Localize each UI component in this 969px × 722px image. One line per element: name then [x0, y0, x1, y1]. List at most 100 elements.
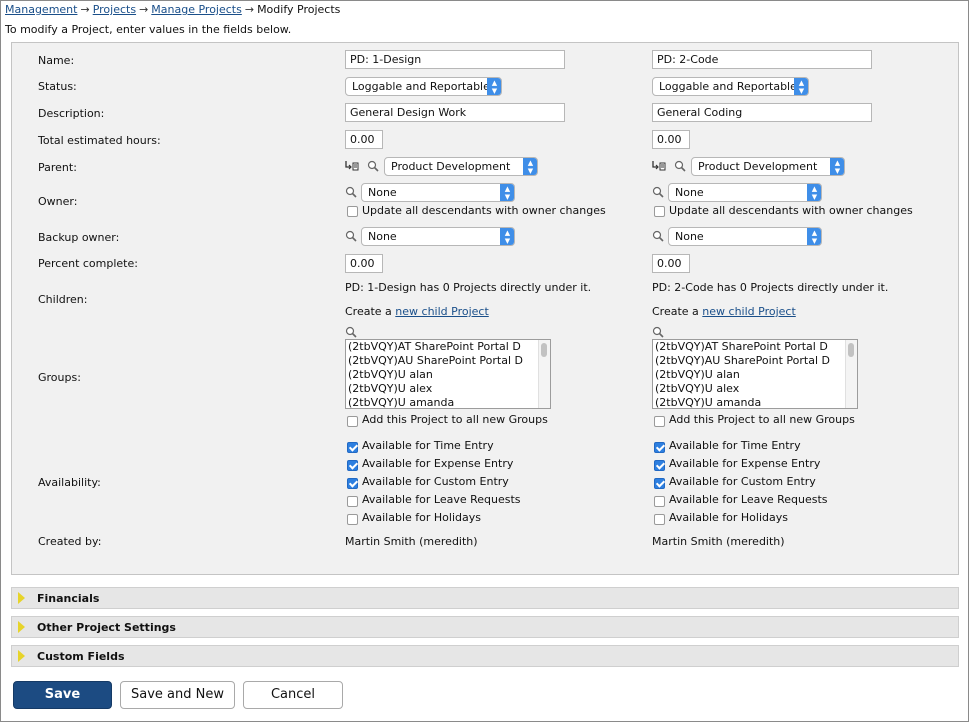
list-item[interactable]: (2tbVQY)U alex — [653, 382, 857, 396]
parent-select[interactable]: Product Development ▲ ▼ — [384, 157, 538, 176]
custom-fields-section-header[interactable]: Custom Fields — [11, 645, 959, 667]
update-descendants-label: Update all descendants with owner change… — [362, 204, 606, 217]
list-item[interactable]: (2tbVQY)U alan — [346, 368, 550, 382]
list-item[interactable]: (2tbVQY)AU SharePoint Portal D — [346, 354, 550, 368]
breadcrumb-projects-link[interactable]: Projects — [93, 3, 136, 16]
list-item[interactable]: (2tbVQY)U alan — [653, 368, 857, 382]
holidays-checkbox[interactable] — [347, 514, 358, 525]
add-to-groups-checkbox[interactable] — [654, 416, 665, 427]
leave-requests-label: Available for Leave Requests — [362, 493, 521, 506]
list-item[interactable]: (2tbVQY)AU SharePoint Portal D — [653, 354, 857, 368]
search-icon[interactable] — [345, 186, 357, 198]
select-arrows-icon: ▲ ▼ — [523, 158, 537, 175]
update-descendants-label: Update all descendants with owner change… — [669, 204, 913, 217]
save-button[interactable]: Save — [13, 681, 112, 709]
created-by-value: Martin Smith (meredith) — [345, 535, 478, 548]
expense-entry-checkbox[interactable] — [347, 460, 358, 471]
leave-requests-checkbox[interactable] — [347, 496, 358, 507]
time-entry-label: Available for Time Entry — [669, 439, 801, 452]
custom-entry-checkbox[interactable] — [654, 478, 665, 489]
time-entry-label: Available for Time Entry — [362, 439, 494, 452]
time-entry-checkbox[interactable] — [347, 442, 358, 453]
search-icon[interactable] — [345, 326, 357, 338]
tree-browse-icon[interactable] — [345, 160, 359, 172]
created-by-label: Created by: — [38, 535, 102, 548]
list-item[interactable]: (2tbVQY)AT SharePoint Portal D — [346, 340, 550, 354]
update-descendants-checkbox[interactable] — [347, 206, 358, 217]
add-to-groups-label: Add this Project to all new Groups — [669, 413, 855, 426]
list-item[interactable]: (2tbVQY)U amanda — [653, 396, 857, 408]
new-child-project-link[interactable]: new child Project — [395, 305, 488, 318]
add-to-groups-label: Add this Project to all new Groups — [362, 413, 548, 426]
groups-listbox[interactable]: (2tbVQY)AT SharePoint Portal D (2tbVQY)A… — [652, 339, 858, 409]
name-label: Name: — [38, 54, 75, 67]
custom-entry-checkbox[interactable] — [347, 478, 358, 489]
backup-owner-value: None — [368, 230, 397, 243]
scrollbar[interactable] — [845, 340, 857, 408]
select-arrows-icon: ▲ ▼ — [807, 184, 821, 201]
financials-section-header[interactable]: Financials — [11, 587, 959, 609]
backup-owner-select[interactable]: None ▲ ▼ — [361, 227, 515, 246]
breadcrumb-separator: → — [139, 3, 149, 16]
select-arrows-icon: ▲ ▼ — [500, 228, 514, 245]
breadcrumb-manage-projects-link[interactable]: Manage Projects — [151, 3, 242, 16]
list-item[interactable]: (2tbVQY)U amanda — [346, 396, 550, 408]
backup-owner-label: Backup owner: — [38, 231, 120, 244]
status-value: Loggable and Reportable — [659, 80, 797, 93]
name-input[interactable]: PD: 2-Code — [652, 50, 872, 69]
scrollbar-thumb[interactable] — [848, 343, 854, 357]
name-input[interactable]: PD: 1-Design — [345, 50, 565, 69]
custom-entry-label: Available for Custom Entry — [362, 475, 509, 488]
tree-browse-icon[interactable] — [652, 160, 666, 172]
percent-complete-input[interactable]: 0.00 — [652, 254, 690, 273]
groups-listbox[interactable]: (2tbVQY)AT SharePoint Portal D (2tbVQY)A… — [345, 339, 551, 409]
create-a-text: Create a — [345, 305, 392, 318]
project-form-panel: Name: Status: Description: Total estimat… — [11, 42, 959, 575]
parent-select[interactable]: Product Development ▲ ▼ — [691, 157, 845, 176]
create-a-text: Create a — [652, 305, 699, 318]
total-hours-input[interactable]: 0.00 — [345, 130, 383, 149]
description-input[interactable]: General Design Work — [345, 103, 565, 122]
cancel-button[interactable]: Cancel — [243, 681, 343, 709]
list-item[interactable]: (2tbVQY)U alex — [346, 382, 550, 396]
owner-select[interactable]: None ▲ ▼ — [668, 183, 822, 202]
scrollbar-thumb[interactable] — [541, 343, 547, 357]
owner-select[interactable]: None ▲ ▼ — [361, 183, 515, 202]
search-icon[interactable] — [652, 186, 664, 198]
search-icon[interactable] — [345, 230, 357, 242]
select-arrows-icon: ▲ ▼ — [794, 78, 808, 95]
select-arrows-icon: ▲ ▼ — [487, 78, 501, 95]
section-title: Other Project Settings — [37, 621, 176, 634]
description-input[interactable]: General Coding — [652, 103, 872, 122]
custom-entry-label: Available for Custom Entry — [669, 475, 816, 488]
expense-entry-checkbox[interactable] — [654, 460, 665, 471]
other-settings-section-header[interactable]: Other Project Settings — [11, 616, 959, 638]
status-value: Loggable and Reportable — [352, 80, 490, 93]
backup-owner-value: None — [675, 230, 704, 243]
breadcrumb-current: Modify Projects — [257, 3, 341, 16]
breadcrumb-management-link[interactable]: Management — [5, 3, 77, 16]
total-hours-input[interactable]: 0.00 — [652, 130, 690, 149]
time-entry-checkbox[interactable] — [654, 442, 665, 453]
backup-owner-select[interactable]: None ▲ ▼ — [668, 227, 822, 246]
expand-triangle-icon — [18, 650, 25, 662]
expand-triangle-icon — [18, 621, 25, 633]
leave-requests-checkbox[interactable] — [654, 496, 665, 507]
scrollbar[interactable] — [538, 340, 550, 408]
search-icon[interactable] — [652, 230, 664, 242]
search-icon[interactable] — [652, 326, 664, 338]
parent-value: Product Development — [391, 160, 511, 173]
new-child-project-link[interactable]: new child Project — [702, 305, 795, 318]
add-to-groups-checkbox[interactable] — [347, 416, 358, 427]
holidays-checkbox[interactable] — [654, 514, 665, 525]
search-icon[interactable] — [367, 160, 379, 172]
search-icon[interactable] — [674, 160, 686, 172]
save-and-new-button[interactable]: Save and New — [120, 681, 235, 709]
update-descendants-checkbox[interactable] — [654, 206, 665, 217]
status-select[interactable]: Loggable and Reportable ▲ ▼ — [345, 77, 502, 96]
owner-value: None — [675, 186, 704, 199]
status-select[interactable]: Loggable and Reportable ▲ ▼ — [652, 77, 809, 96]
percent-complete-input[interactable]: 0.00 — [345, 254, 383, 273]
description-label: Description: — [38, 107, 105, 120]
list-item[interactable]: (2tbVQY)AT SharePoint Portal D — [653, 340, 857, 354]
